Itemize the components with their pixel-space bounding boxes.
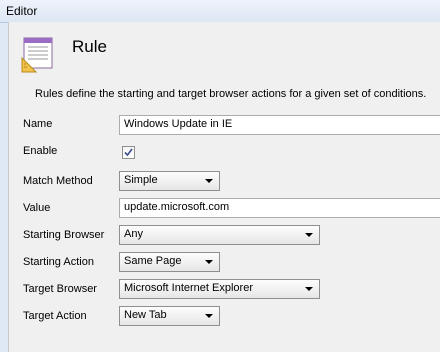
target-browser-value: Microsoft Internet Explorer (124, 282, 253, 294)
name-field[interactable]: Windows Update in IE (119, 115, 440, 135)
rule-description: Rules define the starting and target bro… (35, 88, 427, 100)
match-method-select[interactable]: Simple (119, 171, 220, 191)
editor-panel: Rule Rules define the starting and targe… (8, 22, 440, 352)
starting-browser-label: Starting Browser (23, 229, 105, 241)
chevron-down-icon (205, 260, 213, 264)
starting-action-value: Same Page (124, 255, 182, 267)
checkmark-icon (124, 148, 133, 157)
match-method-value: Simple (124, 174, 158, 186)
enable-checkbox[interactable] (122, 146, 135, 159)
starting-browser-select[interactable]: Any (119, 225, 320, 245)
window-title: Editor (6, 4, 38, 18)
target-browser-label: Target Browser (23, 283, 97, 295)
target-action-select[interactable]: New Tab (119, 306, 220, 326)
page-title: Rule (72, 37, 107, 56)
match-method-label: Match Method (23, 175, 93, 187)
starting-action-label: Starting Action (23, 256, 94, 268)
chevron-down-icon (305, 287, 313, 291)
title-bar: Editor (0, 0, 440, 23)
enable-label: Enable (23, 145, 58, 157)
target-browser-select[interactable]: Microsoft Internet Explorer (119, 279, 320, 299)
chevron-down-icon (205, 314, 213, 318)
chevron-down-icon (305, 233, 313, 237)
chevron-down-icon (205, 179, 213, 183)
rule-document-icon (21, 37, 53, 73)
target-action-value: New Tab (124, 309, 167, 321)
name-label: Name (23, 118, 53, 130)
starting-browser-value: Any (124, 228, 143, 240)
target-action-label: Target Action (23, 310, 87, 322)
value-label: Value (23, 202, 51, 214)
value-field[interactable]: update.microsoft.com (119, 198, 440, 218)
starting-action-select[interactable]: Same Page (119, 252, 220, 272)
